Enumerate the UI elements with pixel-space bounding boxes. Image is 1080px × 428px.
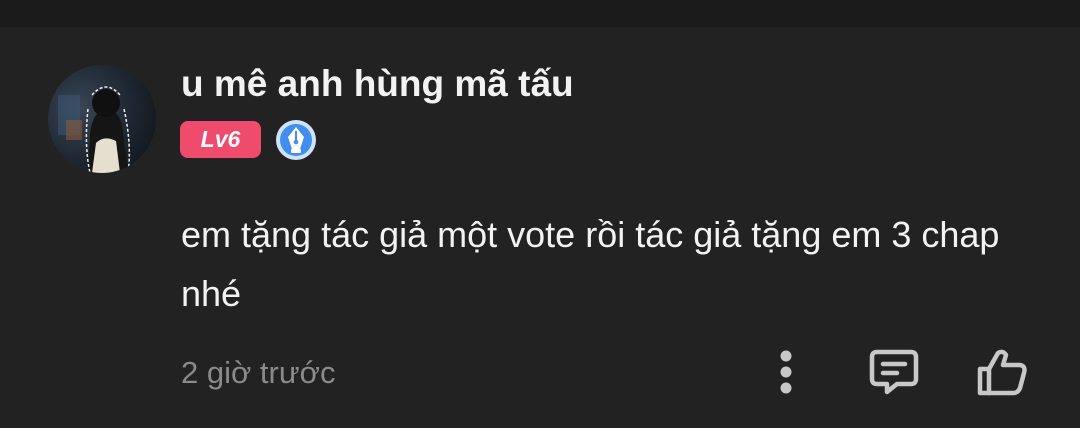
comment-text: em tặng tác giả một vote rồi tác giả tặn… [181, 214, 1000, 314]
top-divider [0, 0, 1080, 27]
comment-screen: u mê anh hùng mã tấu Lv6 em tặng tác giả… [0, 0, 1080, 428]
comment-reply-icon [869, 349, 919, 395]
level-badge: Lv6 [180, 121, 261, 158]
username[interactable]: u mê anh hùng mã tấu [181, 62, 574, 106]
avatar[interactable] [48, 65, 156, 173]
reply-button[interactable] [866, 344, 922, 400]
like-button[interactable] [974, 344, 1030, 400]
thumbs-up-icon [977, 349, 1027, 396]
more-vertical-icon [780, 350, 792, 394]
pen-nib-badge-icon [275, 119, 317, 161]
more-options-button[interactable] [758, 344, 814, 400]
timestamp: 2 giờ trước [181, 355, 336, 390]
